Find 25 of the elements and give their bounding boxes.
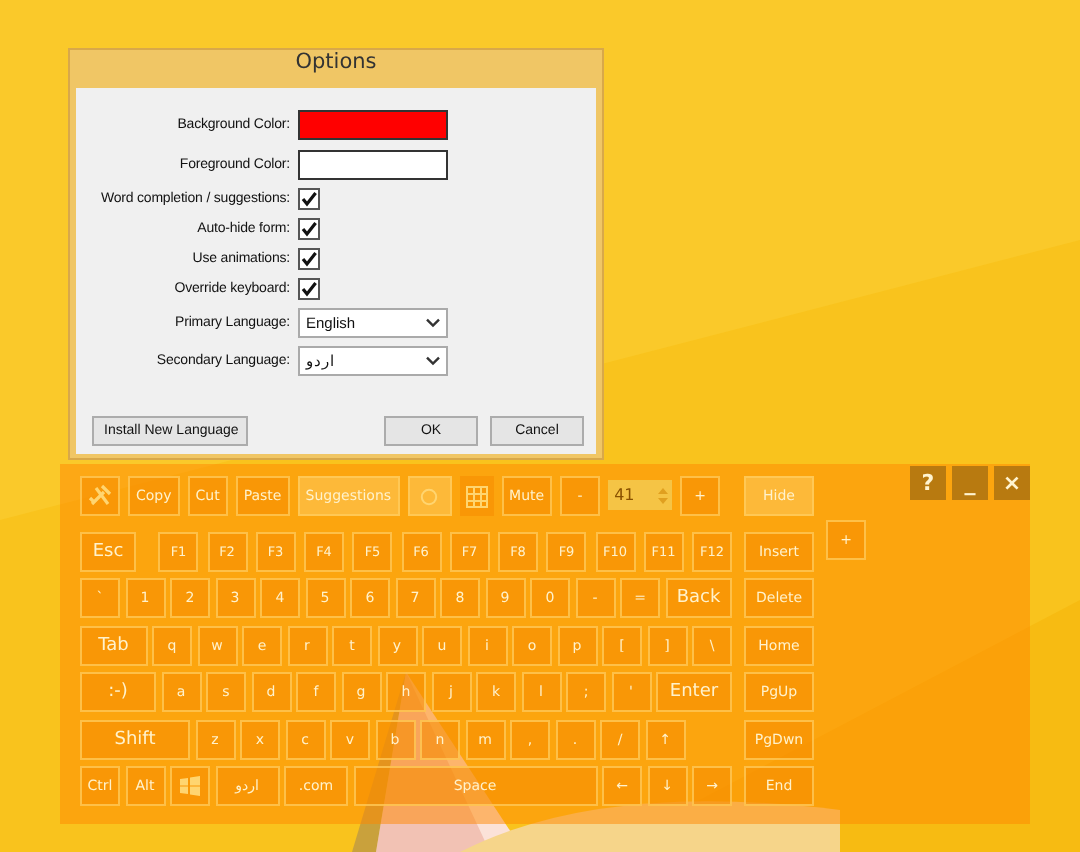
spinner-arrows-icon — [658, 485, 669, 505]
windows-icon — [180, 776, 200, 796]
color-swatch[interactable] — [298, 109, 448, 139]
key[interactable]: Esc — [80, 531, 136, 571]
color-swatch[interactable] — [298, 149, 448, 179]
key[interactable]: Tab — [80, 625, 147, 665]
key[interactable]: Back — [665, 578, 732, 618]
checkbox[interactable] — [298, 248, 320, 270]
checkbox[interactable] — [298, 218, 320, 240]
key[interactable]: :-) — [80, 672, 156, 712]
close-button[interactable]: × — [994, 466, 1030, 500]
tools-icon — [88, 484, 112, 508]
minimize-button[interactable]: _ — [952, 466, 988, 500]
checkbox[interactable] — [298, 188, 320, 210]
chevron-down-icon — [426, 318, 440, 328]
grid-icon — [465, 485, 488, 507]
toggle-key[interactable] — [407, 476, 452, 516]
key[interactable]: Enter — [656, 672, 732, 712]
window-title: Options — [293, 50, 379, 78]
checkbox[interactable] — [298, 278, 320, 300]
circle-icon — [420, 487, 439, 505]
chevron-down-icon — [426, 356, 440, 366]
font-size-spinner[interactable]: 41 — [608, 480, 673, 510]
help-button[interactable]: ? — [910, 466, 946, 500]
key[interactable]: Shift — [80, 719, 190, 759]
